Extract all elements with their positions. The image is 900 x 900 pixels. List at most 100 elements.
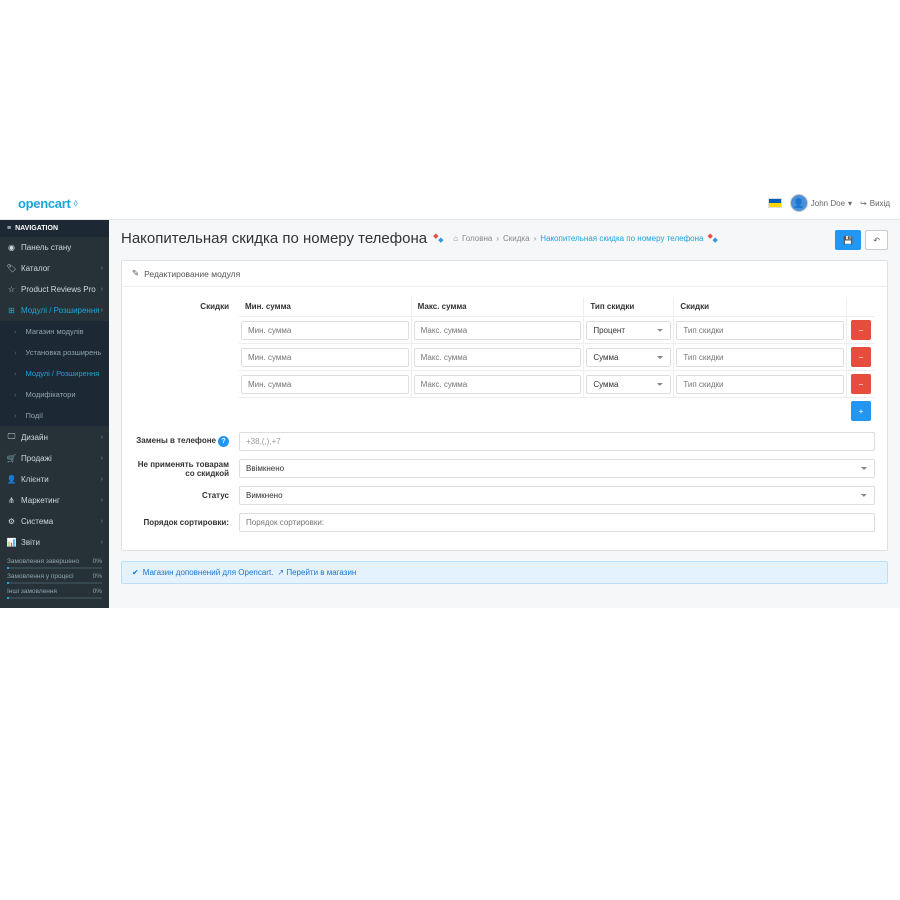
remove-row-button[interactable]: −: [851, 347, 872, 367]
phone-replace-input[interactable]: [239, 432, 875, 451]
minus-icon: −: [859, 380, 864, 389]
col-max: Макс. сумма: [412, 297, 585, 317]
save-button[interactable]: 💾: [835, 230, 861, 250]
min-input[interactable]: [241, 348, 409, 367]
max-input[interactable]: [414, 321, 582, 340]
star-icon: ☆: [7, 285, 16, 294]
sidebar-sub-installer[interactable]: Установка розширень: [0, 342, 109, 363]
remove-row-button[interactable]: −: [851, 320, 872, 340]
menu-icon: ≡: [7, 225, 11, 232]
chart-icon: 📊: [7, 538, 16, 547]
sort-input[interactable]: [239, 513, 875, 532]
max-input[interactable]: [414, 375, 582, 394]
sidebar-sub-modifications[interactable]: Модифікатори: [0, 384, 109, 405]
sidebar-item-catalog[interactable]: 🏷Каталог›: [0, 258, 109, 279]
desktop-icon: 🖵: [7, 432, 16, 442]
table-row: Сумма −: [239, 371, 875, 398]
logo[interactable]: opencart ⬨: [10, 196, 78, 211]
chevron-right-icon: ›: [101, 539, 103, 546]
min-input[interactable]: [241, 375, 409, 394]
min-input[interactable]: [241, 321, 409, 340]
col-discount: Скидки: [674, 297, 847, 317]
discount-input[interactable]: [676, 375, 844, 394]
panel-heading: ✎ Редактирование модуля: [122, 261, 887, 287]
home-icon[interactable]: ⌂: [453, 234, 458, 243]
info-bar: ✔ Магазин доповнений для Opencart. ↗ Пер…: [121, 561, 888, 584]
discounts-label: Скидки: [134, 297, 229, 311]
discount-input[interactable]: [676, 321, 844, 340]
sidebar: ≡ NAVIGATION ◉Панель стану 🏷Каталог› ☆Pr…: [0, 220, 109, 608]
main-content: Накопительная скидка по номеру телефона …: [109, 220, 900, 608]
store-link[interactable]: ↗ Перейти в магазин: [277, 568, 356, 577]
remove-row-button[interactable]: −: [851, 374, 872, 394]
user-icon: 👤: [7, 475, 16, 484]
table-row: Сумма −: [239, 344, 875, 371]
sidebar-item-dashboard[interactable]: ◉Панель стану: [0, 237, 109, 258]
discounts-table: Мин. сумма Макс. сумма Тип скидки Скидки…: [239, 297, 875, 424]
sidebar-item-customers[interactable]: 👤Клієнти›: [0, 469, 109, 490]
minus-icon: −: [859, 353, 864, 362]
exclude-label: Не применять товарам со скидкой: [134, 460, 229, 478]
chevron-right-icon: ›: [101, 307, 103, 314]
sidebar-item-reports[interactable]: 📊Звіти›: [0, 532, 109, 553]
max-input[interactable]: [414, 348, 582, 367]
breadcrumb: ⌂ Головна › Скидка › Накопительная скидк…: [453, 232, 721, 246]
sidebar-item-extensions[interactable]: ⊞Модулі / Розширення›: [0, 300, 109, 321]
user-name: John Doe: [811, 199, 845, 208]
minus-icon: −: [859, 326, 864, 335]
check-icon: ✔: [132, 568, 139, 577]
sidebar-item-sales[interactable]: 🛒Продажі›: [0, 448, 109, 469]
type-select[interactable]: Сумма: [586, 348, 671, 367]
logout-button[interactable]: ↪ Вихід: [860, 199, 890, 208]
gear-icon: ⚙: [7, 517, 16, 526]
share-icon: ⋔: [7, 496, 16, 505]
external-icon: ↗: [277, 568, 284, 577]
avatar-icon: 👤: [790, 194, 808, 212]
col-type: Тип скидки: [584, 297, 674, 317]
back-button[interactable]: ↶: [865, 230, 888, 250]
status-select[interactable]: Вимкнено: [239, 486, 875, 505]
module-icon: [433, 232, 447, 246]
topbar: opencart ⬨ 👤 John Doe ▾ ↪ Вихід: [0, 187, 900, 220]
add-row-button[interactable]: +: [851, 401, 872, 421]
page-title: Накопительная скидка по номеру телефона …: [121, 230, 721, 247]
chevron-right-icon: ›: [101, 455, 103, 462]
chevron-right-icon: ›: [101, 497, 103, 504]
save-icon: 💾: [843, 236, 853, 245]
sidebar-sub-extensions[interactable]: Модулі / Розширення: [0, 363, 109, 384]
nav-header: ≡ NAVIGATION: [0, 220, 109, 237]
user-menu[interactable]: 👤 John Doe ▾: [790, 194, 852, 212]
sidebar-item-design[interactable]: 🖵Дизайн›: [0, 426, 109, 448]
exclude-select[interactable]: Ввімкнено: [239, 459, 875, 478]
sidebar-stats: Замовлення завершено0% Замовлення у проц…: [0, 553, 109, 608]
edit-panel: ✎ Редактирование модуля Скидки Мин. сумм…: [121, 260, 888, 551]
plus-icon: +: [859, 407, 864, 416]
chevron-right-icon: ›: [101, 265, 103, 272]
chevron-right-icon: ›: [101, 286, 103, 293]
back-icon: ↶: [873, 236, 880, 245]
logout-label: Вихід: [870, 199, 890, 208]
chevron-right-icon: ›: [101, 434, 103, 441]
sidebar-item-reviews[interactable]: ☆Product Reviews Pro›: [0, 279, 109, 300]
puzzle-icon: ⊞: [7, 306, 16, 315]
flag-icon[interactable]: [768, 198, 782, 208]
cart-icon: 🛒: [7, 454, 16, 463]
type-select[interactable]: Процент: [586, 321, 671, 340]
type-select[interactable]: Сумма: [586, 375, 671, 394]
pencil-icon: ✎: [132, 268, 139, 279]
sidebar-item-marketing[interactable]: ⋔Маркетинг›: [0, 490, 109, 511]
phone-replace-label: Замены в телефоне?: [134, 436, 229, 447]
logo-text: opencart: [18, 196, 71, 211]
dashboard-icon: ◉: [7, 243, 16, 252]
col-min: Мин. сумма: [239, 297, 412, 317]
tag-icon: 🏷: [7, 264, 16, 273]
table-row: Процент −: [239, 317, 875, 344]
cart-icon: ⬨: [74, 198, 79, 209]
sidebar-sub-events[interactable]: Події: [0, 405, 109, 426]
chevron-right-icon: ›: [101, 518, 103, 525]
chevron-right-icon: ›: [101, 476, 103, 483]
sidebar-item-system[interactable]: ⚙Система›: [0, 511, 109, 532]
discount-input[interactable]: [676, 348, 844, 367]
sidebar-sub-store[interactable]: Магазин модулів: [0, 321, 109, 342]
help-icon[interactable]: ?: [218, 436, 229, 447]
